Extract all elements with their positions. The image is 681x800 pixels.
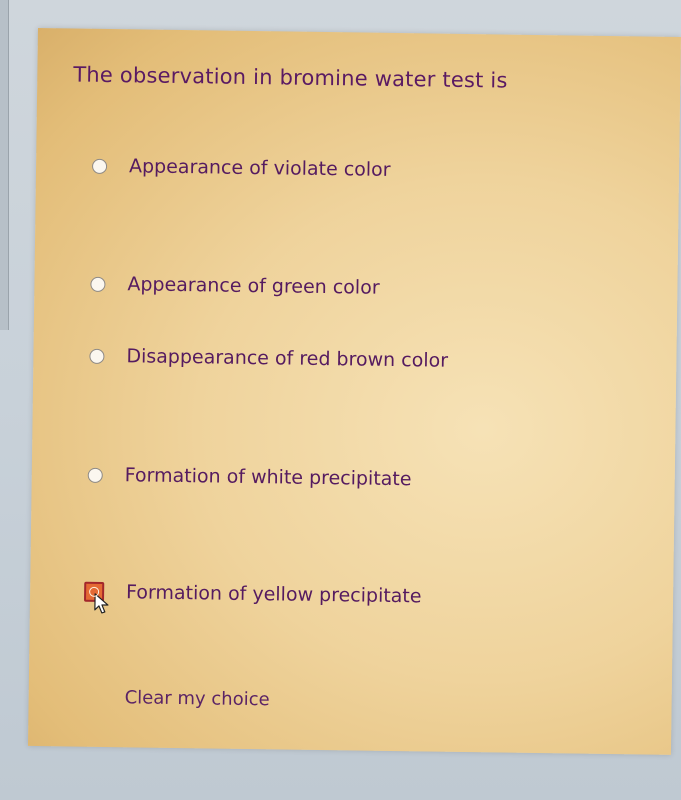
option-label: Appearance of violate color (128, 155, 391, 181)
option-label: Formation of yellow precipitate (125, 581, 422, 608)
window-edge (0, 0, 9, 330)
option-red-brown-disappearance[interactable]: Disappearance of red brown color (89, 345, 448, 372)
question-text: The observation in bromine water test is (73, 62, 508, 93)
option-label: Formation of white precipitate (124, 464, 412, 491)
radio-button[interactable] (90, 276, 106, 292)
option-yellow-precipitate[interactable]: Formation of yellow precipitate (83, 581, 422, 614)
option-label: Appearance of green color (127, 273, 380, 299)
radio-button-selected[interactable] (83, 581, 109, 614)
radio-button[interactable] (89, 348, 105, 364)
option-white-precipitate[interactable]: Formation of white precipitate (87, 464, 412, 491)
mouse-pointer-icon (94, 593, 109, 614)
radio-button[interactable] (87, 467, 103, 483)
option-label: Disappearance of red brown color (126, 345, 449, 372)
question-panel: The observation in bromine water test is… (27, 28, 681, 755)
clear-choice-link[interactable]: Clear my choice (125, 687, 270, 710)
radio-button[interactable] (91, 158, 108, 174)
option-green-color[interactable]: Appearance of green color (90, 273, 380, 299)
option-violate-color[interactable]: Appearance of violate color (91, 155, 391, 181)
